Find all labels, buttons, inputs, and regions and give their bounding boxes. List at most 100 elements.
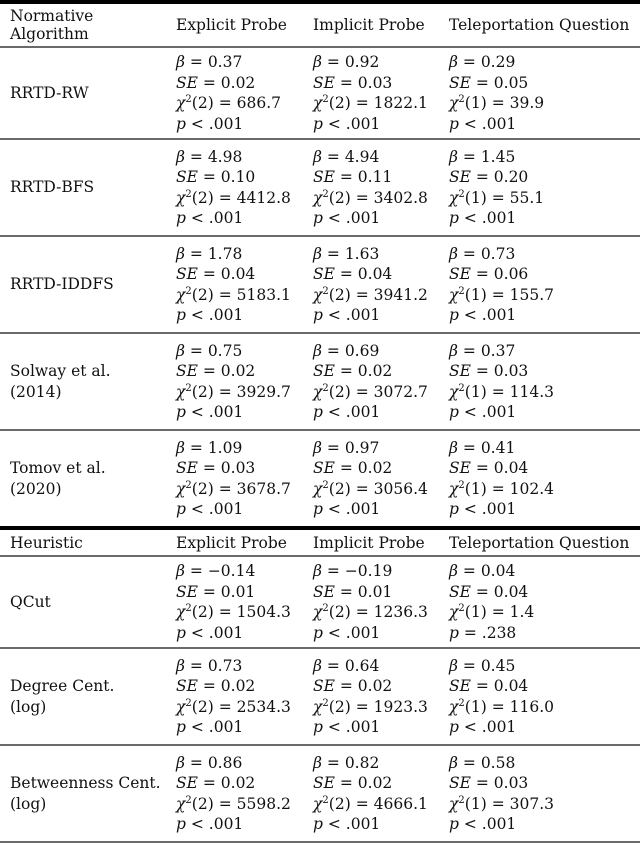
equals: = xyxy=(334,362,358,380)
se-symbol: SE xyxy=(449,168,471,186)
p-value: .001 xyxy=(345,815,381,833)
chi-square-stat: χ2(1) = 39.9 xyxy=(449,93,640,114)
se-value: 0.04 xyxy=(493,582,529,601)
beta-stat: β = 0.37 xyxy=(449,341,640,362)
equals: = xyxy=(321,438,345,457)
stat-cell: β = −0.19 SE = 0.01 χ2(2) = 1236.3 p < .001 xyxy=(313,561,449,643)
se-value: 0.02 xyxy=(357,362,393,380)
stat-cell: β = 0.73 SE = 0.02 χ2(2) = 2534.3 p < .001 xyxy=(176,656,313,738)
p-symbol: p xyxy=(449,403,459,421)
equals: = xyxy=(486,697,510,716)
p-value-stat: p < .001 xyxy=(313,114,449,135)
degrees-of-freedom: (2) xyxy=(328,697,351,716)
chi-value: 55.1 xyxy=(509,188,545,207)
chi-symbol: χ xyxy=(176,188,186,207)
stat-cell: β = 0.69 SE = 0.02 χ2(2) = 3072.7 p < .001 xyxy=(313,341,449,423)
equals: = xyxy=(350,285,374,304)
df-value: 2 xyxy=(334,794,345,813)
p-operator: < xyxy=(322,718,346,736)
se-value: 0.01 xyxy=(220,582,256,601)
p-symbol: p xyxy=(176,500,186,518)
row-label: RRTD-BFS xyxy=(0,177,176,198)
stat-cell: β = 0.37 SE = 0.02 χ2(2) = 686.7 p < .001 xyxy=(176,52,313,134)
se-stat: SE = 0.02 xyxy=(176,773,313,794)
p-operator: < xyxy=(458,306,482,324)
p-operator: < xyxy=(185,718,209,736)
p-symbol: p xyxy=(176,718,186,736)
table-row: QCut β = −0.14 SE = 0.01 χ2(2) = 1504.3 p < … xyxy=(0,557,640,647)
row-label-line2: (log) xyxy=(10,794,47,813)
beta-symbol: β xyxy=(176,656,185,675)
se-stat: SE = 0.03 xyxy=(449,361,640,382)
table-row: RRTD-RW β = 0.37 SE = 0.02 χ2(2) = 686.7 p <… xyxy=(0,48,640,138)
se-stat: SE = 0.04 xyxy=(449,458,640,479)
row-label-line2: (2020) xyxy=(10,479,62,498)
p-value: .001 xyxy=(345,403,381,421)
equals: = xyxy=(334,677,358,695)
equals: = xyxy=(197,677,221,695)
p-value-stat: p < .001 xyxy=(313,814,449,835)
p-value: .001 xyxy=(481,403,517,421)
p-value: .001 xyxy=(345,306,381,324)
p-value: .001 xyxy=(208,114,244,133)
equals: = xyxy=(197,168,221,186)
p-value-stat: p < .001 xyxy=(449,114,640,135)
se-value: 0.02 xyxy=(220,362,256,380)
se-symbol: SE xyxy=(176,677,198,695)
se-symbol: SE xyxy=(449,459,471,477)
beta-stat: β = 1.09 xyxy=(176,438,313,459)
se-value: 0.03 xyxy=(493,362,529,380)
row-label-line2: (2014) xyxy=(10,382,62,401)
beta-stat: β = 4.94 xyxy=(313,147,449,168)
stat-cell: β = 0.97 SE = 0.02 χ2(2) = 3056.4 p < .001 xyxy=(313,438,449,520)
df-value: 2 xyxy=(197,94,208,112)
chi-symbol: χ xyxy=(176,697,186,716)
equals: = xyxy=(334,582,358,601)
p-value: .001 xyxy=(208,306,244,324)
p-value: .001 xyxy=(208,623,244,642)
chi-square-stat: χ2(2) = 686.7 xyxy=(176,93,313,114)
beta-value: 4.98 xyxy=(207,147,243,166)
df-value: 1 xyxy=(470,479,481,498)
p-value: .001 xyxy=(345,718,381,736)
se-stat: SE = 0.04 xyxy=(176,264,313,285)
degrees-of-freedom: (2) xyxy=(191,794,214,813)
stat-cell: β = 0.73 SE = 0.06 χ2(1) = 155.7 p < .001 xyxy=(449,244,640,326)
stat-cell: β = 0.29 SE = 0.05 χ2(1) = 39.9 p < .001 xyxy=(449,52,640,134)
p-value: .238 xyxy=(481,623,517,642)
beta-symbol: β xyxy=(449,753,458,772)
chi-value: 1822.1 xyxy=(373,94,428,112)
p-symbol: p xyxy=(313,718,323,736)
section-header-label: Heuristic xyxy=(0,534,176,552)
df-value: 1 xyxy=(470,794,481,813)
p-operator: < xyxy=(185,306,209,324)
p-symbol: p xyxy=(176,306,186,324)
stat-cell: β = 1.09 SE = 0.03 χ2(2) = 3678.7 p < .001 xyxy=(176,438,313,520)
se-stat: SE = 0.03 xyxy=(313,73,449,94)
row-label-line1: Degree Cent. xyxy=(10,676,115,695)
equals: = xyxy=(350,603,374,621)
chi-square-stat: χ2(1) = 307.3 xyxy=(449,794,640,815)
table-row: Degree Cent. (log) β = 0.73 SE = 0.02 χ2(2) … xyxy=(0,649,640,744)
beta-symbol: β xyxy=(449,147,458,166)
row-label-line1: Betweenness Cent. xyxy=(10,773,161,792)
se-symbol: SE xyxy=(313,459,335,477)
chi-square-stat: χ2(2) = 2534.3 xyxy=(176,697,313,718)
se-stat: SE = 0.03 xyxy=(449,773,640,794)
p-operator: < xyxy=(185,209,209,227)
p-symbol: p xyxy=(313,500,323,518)
beta-symbol: β xyxy=(313,53,322,71)
chi-symbol: χ xyxy=(313,188,323,207)
column-header: Implicit Probe xyxy=(313,533,425,552)
se-stat: SE = 0.10 xyxy=(176,167,313,188)
degrees-of-freedom: (1) xyxy=(464,285,487,304)
equals: = xyxy=(457,753,481,772)
equals: = xyxy=(486,479,510,498)
column-header: Explicit Probe xyxy=(176,533,287,552)
p-value-stat: p < .001 xyxy=(449,717,640,738)
p-value-stat: p < .001 xyxy=(449,499,640,520)
equals: = xyxy=(350,794,374,813)
beta-value: 1.63 xyxy=(344,244,380,263)
p-value-stat: p < .001 xyxy=(313,717,449,738)
stat-cell: β = 0.64 SE = 0.02 χ2(2) = 1923.3 p < .001 xyxy=(313,656,449,738)
